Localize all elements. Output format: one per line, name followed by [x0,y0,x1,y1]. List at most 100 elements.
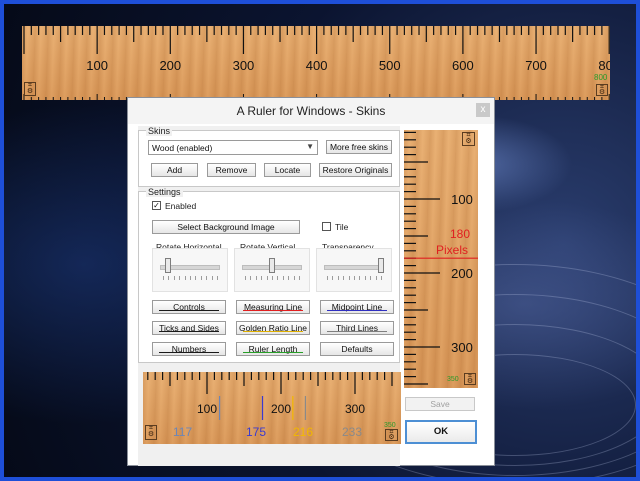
enabled-label: Enabled [165,201,197,211]
measure-value: 180 [450,227,471,241]
slider-tick [299,276,300,280]
enabled-checkbox[interactable]: ✓ [152,201,161,210]
measuring-line-underline [243,310,303,311]
ruler-length-readout: 350 [384,422,396,429]
ruler-number: 800 [598,58,610,73]
remove-skin-button[interactable]: Remove [207,163,256,177]
preview-readout-4: 233 [342,425,363,439]
slider-tick [250,276,252,280]
ticks-and-sides-underline [159,331,219,332]
ruler-controls-icon[interactable]: ⌗ ⚙ [24,82,36,96]
locate-skin-button[interactable]: Locate [264,163,311,177]
add-skin-button[interactable]: Add [151,163,198,177]
skins-group [138,130,400,187]
slider-thumb[interactable] [378,258,384,273]
slider-thumb[interactable] [165,258,172,273]
ruler-controls-icon[interactable]: ⌗ ⚙ [596,84,608,96]
slider-tick [168,276,170,280]
slider-tick [337,276,339,280]
rotate-horizontal-slider[interactable] [152,248,228,292]
tile-label: Tile [335,222,349,232]
skins-group-label: Skins [146,126,173,136]
slider-tick [245,276,246,280]
slider-tick [375,276,377,280]
measure-unit: Pixels [436,243,469,257]
preview-ruler: 100 200 300 117 175 216 233 350 ⌗ ⚙ ⌗ ⚙ [143,372,401,444]
slider-tick [381,276,382,280]
ruler-number: 200 [271,402,291,416]
slider-tick [184,276,186,280]
save-button[interactable]: Save [405,397,475,411]
controls-button[interactable]: Controls [152,300,226,314]
ruler-number: 600 [452,58,474,73]
slider-thumb[interactable] [269,258,275,273]
transparency-slider[interactable] [316,248,392,292]
ok-button[interactable]: OK [405,420,477,444]
ruler-controls-icon[interactable]: ⌗ ⚙ [462,132,475,146]
slider-tick [359,276,361,280]
slider-tick [200,276,202,280]
top-ruler-scale: 100 200 300 400 500 600 700 800 [23,26,610,100]
midpoint-line-button[interactable]: Midpoint Line [320,300,394,314]
slider-tick [173,276,175,280]
ruler-number: 200 [451,266,473,281]
slider-tick [195,276,197,280]
tile-checkbox[interactable] [322,222,331,231]
ruler-number: 200 [159,58,181,73]
slider-tick [332,276,334,280]
preview-readout-3: 216 [293,425,314,439]
close-button[interactable]: x [476,103,490,117]
golden-ratio-line-button[interactable]: Golden Ratio Line [236,321,310,335]
slider-tick [370,276,372,280]
slider-tick [282,276,284,280]
restore-originals-button[interactable]: Restore Originals [319,163,392,177]
vertical-ruler-scale: 100 200 300 [404,131,478,385]
numbers-underline [159,352,219,353]
slider-tick [293,276,295,280]
ruler-length-underline [243,352,303,353]
ruler-number: 300 [345,402,365,416]
slider-tick [217,276,218,280]
more-free-skins-button[interactable]: More free skins [326,140,392,154]
slider-tick [261,276,263,280]
ruler-number: 300 [233,58,255,73]
ruler-length-button[interactable]: Ruler Length [236,342,310,356]
ruler-number: 500 [379,58,401,73]
slider-track [324,265,384,270]
third-lines-button[interactable]: Third Lines [320,321,394,335]
top-ruler[interactable]: 100 200 300 400 500 600 700 800 800 ⌗⚙ ⌗⚙ [22,26,610,100]
dialog-title: A Ruler for Windows - Skins [128,98,494,124]
slider-tick [163,276,164,280]
slider-tick [354,276,355,280]
ruler-number: 300 [451,340,473,355]
vertical-ruler[interactable]: 100 200 300 180 Pixels 350 ⌗ ⚙ ⌗ ⚙ [404,130,478,388]
slider-tick [179,276,181,280]
slider-tick [327,276,328,280]
controls-underline [159,310,219,311]
rotate-vertical-slider[interactable] [234,248,310,292]
measuring-line-button[interactable]: Measuring Line [236,300,310,314]
defaults-button[interactable]: Defaults [320,342,394,356]
ruler-controls-icon: ⌗ ⚙ [145,425,157,440]
settings-group-label: Settings [146,187,183,197]
third-lines-underline [327,331,387,332]
ruler-controls-icon[interactable]: ⌗ ⚙ [464,373,476,385]
midpoint-line-underline [327,310,387,311]
slider-tick [348,276,350,280]
ruler-number: 100 [451,192,473,207]
skin-select[interactable]: Wood (enabled) ▼ [148,140,318,155]
slider-tick [272,276,273,280]
golden-ratio-line-underline [243,331,303,332]
slider-tick [288,276,290,280]
slider-tick [277,276,279,280]
ruler-number: 700 [525,58,547,73]
slider-tick [255,276,257,280]
ticks-and-sides-button[interactable]: Ticks and Sides [152,321,226,335]
preview-readout-1: 117 [173,425,193,439]
slider-tick [190,276,191,280]
select-background-image-button[interactable]: Select Background Image [152,220,300,234]
ruler-number: 100 [197,402,217,416]
skin-select-value: Wood (enabled) [152,143,213,153]
numbers-button[interactable]: Numbers [152,342,226,356]
chevron-down-icon: ▼ [306,142,314,151]
